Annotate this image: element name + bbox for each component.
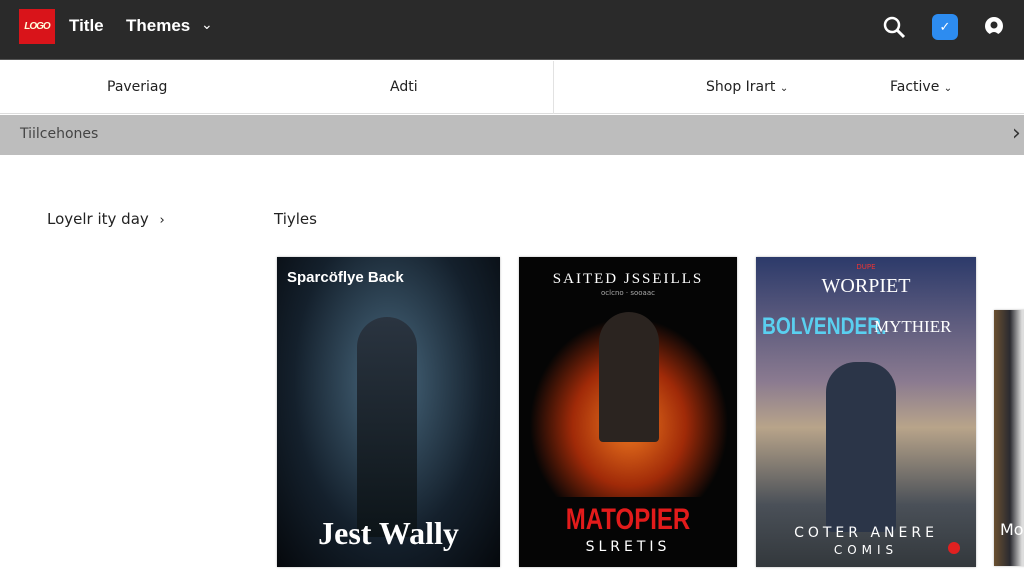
nav-label: Factive [890, 79, 940, 95]
poster-title: Jest Wally [318, 515, 459, 551]
poster-title: Mo [1000, 520, 1024, 539]
nav-item-adti[interactable]: Adti [390, 79, 418, 95]
chevron-down-icon: ⌄ [779, 83, 789, 94]
chevron-down-icon: ⌄ [943, 83, 953, 94]
poster-badge: DUPE [856, 263, 876, 271]
poster-bottom-title: COTER ANERE [794, 525, 938, 541]
poster-subtitle: oclcno · sooaac [601, 289, 655, 297]
nav-item-factive[interactable]: Factive ⌄ [890, 79, 952, 95]
sidebar-link-label: Loyelr ity day [47, 210, 149, 228]
search-icon[interactable] [881, 14, 907, 40]
poster-figure [357, 317, 417, 537]
section-title: Tiyles [274, 210, 317, 228]
red-dot-icon [948, 542, 960, 554]
poster-subtitle-2: SLRETIS [585, 539, 671, 555]
poster-card[interactable]: Sparcöflye Back Jest Wally [277, 257, 500, 567]
poster-top-title: WORPIET [821, 275, 911, 297]
poster-bottom-subtitle: COMIS [833, 543, 899, 557]
chevron-down-icon[interactable]: ⌄ [201, 17, 213, 33]
chevron-right-icon: › [159, 213, 165, 228]
user-icon[interactable] [981, 14, 1007, 40]
nav-label: Shop Irart [706, 79, 776, 95]
secondary-nav: Paveriag Adti Shop Irart ⌄ Factive ⌄ [0, 61, 1024, 114]
top-header: LOGO Title Themes ⌄ ✓ [0, 0, 1024, 60]
poster-figure [826, 362, 896, 532]
poster-title: MATOPIER [565, 503, 691, 536]
notice-bar: Tiilcehones › [0, 115, 1024, 155]
logo[interactable]: LOGO [19, 9, 55, 44]
poster-top-title: Sparcöflye Back [287, 269, 404, 286]
poster-title-2: MYTHIER [874, 317, 952, 336]
themes-menu[interactable]: Themes [126, 16, 190, 36]
close-icon[interactable]: › [1012, 121, 1021, 146]
nav-item-paveriag[interactable]: Paveriag [107, 79, 167, 95]
nav-divider [553, 61, 554, 114]
nav-item-shop[interactable]: Shop Irart ⌄ [706, 79, 788, 95]
app-title[interactable]: Title [69, 16, 104, 36]
sidebar-link[interactable]: Loyelr ity day › [47, 210, 165, 228]
poster-top-title: SAITED JSSEILLS [552, 271, 704, 287]
poster-card-partial[interactable]: Mo [994, 310, 1024, 566]
poster-figure [599, 312, 659, 442]
poster-card[interactable]: SAITED JSSEILLS oclcno · sooaac MATOPIER… [519, 257, 737, 567]
poster-card[interactable]: DUPE WORPIET BOLVENDER. MYTHIER COTER AN… [756, 257, 976, 567]
notice-text: Tiilcehones [20, 126, 99, 142]
app-badge-icon[interactable]: ✓ [932, 14, 958, 40]
